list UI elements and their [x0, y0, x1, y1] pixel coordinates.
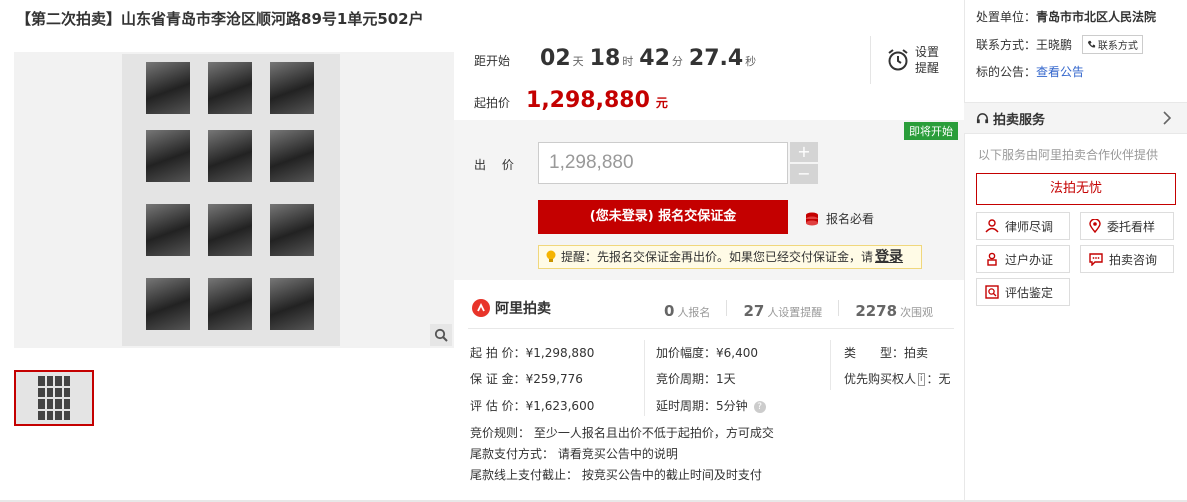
countdown-seconds: 27.4	[688, 46, 744, 71]
must-read-label: 报名必看	[826, 212, 875, 226]
must-read-link[interactable]: 报名必看	[804, 210, 874, 227]
contact-button-label: 联系方式	[1097, 41, 1138, 52]
days-unit: 天	[572, 55, 584, 68]
signup-count: 0	[664, 302, 675, 320]
coins-icon	[806, 212, 818, 225]
page-title: 【第二次拍卖】山东省青岛市李沧区顺河路89号1单元502户	[16, 10, 424, 28]
notice-info: 标的公告：查看公告	[976, 63, 1084, 80]
minutes-unit: 分	[671, 55, 683, 68]
view-count-label: 次围观	[900, 306, 934, 319]
lawyer-icon	[985, 219, 999, 233]
reminder-label: 设置提醒	[915, 45, 940, 75]
chevron-right-icon	[1163, 111, 1171, 125]
lawyer-due-diligence-button[interactable]: 律师尽调	[976, 212, 1070, 240]
zoom-icon[interactable]	[430, 324, 452, 346]
contact-label: 联系方式：	[976, 38, 1037, 52]
bid-label: 出 价	[474, 158, 520, 172]
headset-icon	[976, 112, 989, 123]
detail-priority: 优先购买权人 i ：无	[844, 370, 951, 387]
priority-label: 优先购买权人	[844, 372, 917, 386]
auction-consult-button[interactable]: 拍卖咨询	[1080, 245, 1174, 273]
seconds-unit: 秒	[745, 55, 757, 68]
rule-bidding: 竞价规则： 至少一人报名且出价不低于起拍价，方可成交	[470, 426, 774, 440]
tip-text: 提醒：先报名交保证金再出价。如果您已经交付保证金，请	[561, 250, 874, 264]
fapai-wuyou-button[interactable]: 法拍无忧	[976, 173, 1176, 205]
service-label: 律师尽调	[1005, 219, 1054, 234]
service-label: 拍卖咨询	[1109, 252, 1158, 267]
coming-soon-badge: 即将开始	[904, 122, 958, 140]
person-badge-icon	[987, 252, 997, 266]
service-title: 拍卖服务	[993, 112, 1046, 128]
set-reminder-button[interactable]: 设置提醒	[870, 36, 950, 84]
start-price-unit: 元	[655, 96, 668, 110]
appraisal-icon	[985, 285, 999, 299]
countdown-minutes: 42	[639, 46, 670, 71]
appraisal-button[interactable]: 评估鉴定	[976, 278, 1070, 306]
court-value: 青岛市市北区人民法院	[1036, 10, 1157, 24]
help-icon[interactable]: ?	[753, 400, 766, 413]
view-count: 2278	[855, 302, 898, 320]
property-photo-sheet	[122, 54, 340, 346]
remind-count: 27	[743, 302, 765, 320]
photo-thumbnail[interactable]	[14, 370, 94, 426]
detail-type: 类 型：拍卖	[844, 344, 928, 361]
detail-appraisal: 评 估 价：¥1,623,600	[470, 399, 595, 413]
service-description: 以下服务由阿里拍卖合作伙伴提供	[978, 148, 1159, 162]
countdown-label: 距开始	[474, 54, 511, 68]
bid-stepper: + −	[790, 142, 818, 186]
login-link[interactable]: 登录	[875, 246, 903, 268]
service-label: 评估鉴定	[1005, 285, 1054, 300]
entrusted-viewing-button[interactable]: 委托看样	[1080, 212, 1174, 240]
service-label: 过户办证	[1005, 252, 1054, 267]
lightbulb-icon	[546, 250, 556, 262]
detail-start-price: 起 拍 价：¥1,298,880	[470, 346, 595, 360]
notice-label: 标的公告：	[976, 65, 1037, 79]
contact-name: 王晓鹏	[1036, 38, 1073, 52]
court-info: 处置单位：青岛市市北区人民法院	[976, 8, 1156, 25]
info-tag-icon[interactable]: i	[918, 373, 925, 386]
bid-input[interactable]	[538, 142, 788, 184]
start-price: 起拍价 1,298,880 元	[474, 88, 668, 113]
contact-info: 联系方式：王晓鹏 联系方式	[976, 35, 1143, 54]
detail-deposit: 保 证 金：¥259,776	[470, 372, 583, 386]
signup-deposit-button[interactable]: (您未登录) 报名交保证金	[538, 200, 788, 234]
view-notice-link[interactable]: 查看公告	[1036, 65, 1084, 79]
hours-unit: 时	[622, 55, 634, 68]
signup-count-label: 人报名	[677, 306, 711, 319]
increase-bid-button[interactable]: +	[790, 142, 818, 162]
auction-service-header[interactable]: 拍卖服务	[964, 102, 1187, 134]
start-price-label: 起拍价	[474, 96, 511, 110]
auction-stats: 0 人报名 27 人设置提醒 2278 次围观	[664, 300, 933, 320]
main-photo[interactable]	[14, 52, 454, 348]
contact-button[interactable]: 联系方式	[1081, 35, 1143, 54]
location-pin-icon	[1089, 219, 1101, 233]
court-label: 处置单位：	[976, 10, 1037, 24]
rule-deadline: 尾款线上支付截止： 按竞买公告中的截止时间及时支付	[470, 468, 762, 482]
alipai-logo-icon	[472, 299, 490, 317]
phone-icon	[1087, 40, 1095, 48]
bid-panel: 即将开始 出 价 + − (您未登录) 报名交保证金 报名必看 提醒：先报名交保…	[454, 120, 964, 280]
transfer-certificate-button[interactable]: 过户办证	[976, 245, 1070, 273]
chat-icon	[1089, 253, 1103, 266]
service-label: 委托看样	[1107, 219, 1156, 234]
priority-value: ：无	[926, 372, 951, 386]
delay-text: 延时周期：5分钟	[656, 399, 748, 413]
detail-delay: 延时周期：5分钟?	[656, 397, 766, 414]
brand-name: 阿里拍卖	[495, 301, 551, 317]
type-value: 拍卖	[904, 346, 929, 360]
rule-payment: 尾款支付方式： 请看竞买公告中的说明	[470, 447, 678, 461]
remind-count-label: 人设置提醒	[767, 306, 823, 319]
countdown-days: 02	[540, 46, 571, 71]
type-label: 类 型：	[844, 346, 905, 360]
countdown: 距开始 02 天 18 时 42 分 27.4 秒	[474, 46, 758, 71]
decrease-bid-button[interactable]: −	[790, 164, 818, 184]
login-tip: 提醒：先报名交保证金再出价。如果您已经交付保证金，请 登录	[538, 245, 922, 269]
countdown-hours: 18	[589, 46, 621, 71]
alarm-clock-icon	[888, 49, 908, 71]
detail-cycle: 竞价周期：1天	[656, 372, 736, 386]
detail-increment: 加价幅度：¥6,400	[656, 346, 758, 360]
start-price-value: 1,298,880	[526, 88, 650, 113]
alipai-brand: 阿里拍卖	[472, 298, 551, 318]
